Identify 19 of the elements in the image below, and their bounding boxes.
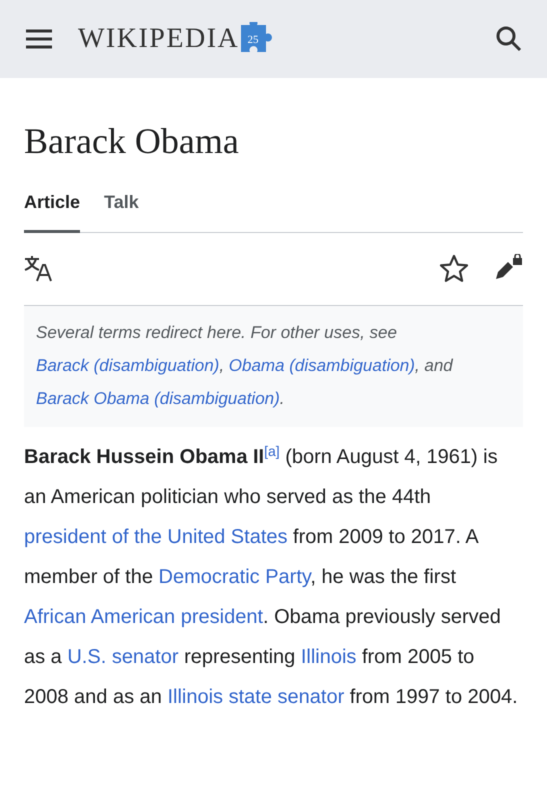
tab[interactable]: Talk [104, 189, 139, 234]
tab[interactable]: Article [24, 189, 80, 234]
link[interactable]: Democratic Party [158, 566, 310, 588]
link[interactable]: Obama (disambiguation) [228, 356, 415, 376]
link[interactable]: Barack (disambiguation) [36, 356, 220, 376]
link[interactable]: Barack Obama (disambiguation) [36, 389, 280, 408]
wikipedia-logo[interactable]: WIKIPEDIA [78, 25, 240, 53]
page-title: Barack Obama [24, 120, 240, 163]
hatnote: Several terms redirect here. For other uses, see Barack (disambiguation), Obama (disambiguation), and Barack Obama (disambiguation). [24, 306, 523, 428]
link[interactable]: Illinois state senator [167, 686, 344, 708]
article-paragraph: Barack Hussein Obama II$^{[a]}$ (born August 4, 1961) is an American politician who served as the 44th president of the United States from 2009 to 2017. A member of the Democratic Party, he was the first African American president. Obama previously served as a U.S. senator representing Illinois from 2005 to 2008 and as an Illinois state senator from 1997 to 2004. [24, 442, 519, 710]
link[interactable]: U.S. senator [67, 646, 179, 668]
link[interactable]: president of the United States [24, 526, 288, 548]
link[interactable]: Illinois [300, 646, 356, 668]
menu-button[interactable] [24, 27, 54, 51]
search-button[interactable] [495, 25, 523, 53]
footnote-link[interactable]: [a] [264, 443, 280, 460]
link[interactable]: African American president [24, 606, 264, 628]
star-icon[interactable] [439, 254, 469, 284]
